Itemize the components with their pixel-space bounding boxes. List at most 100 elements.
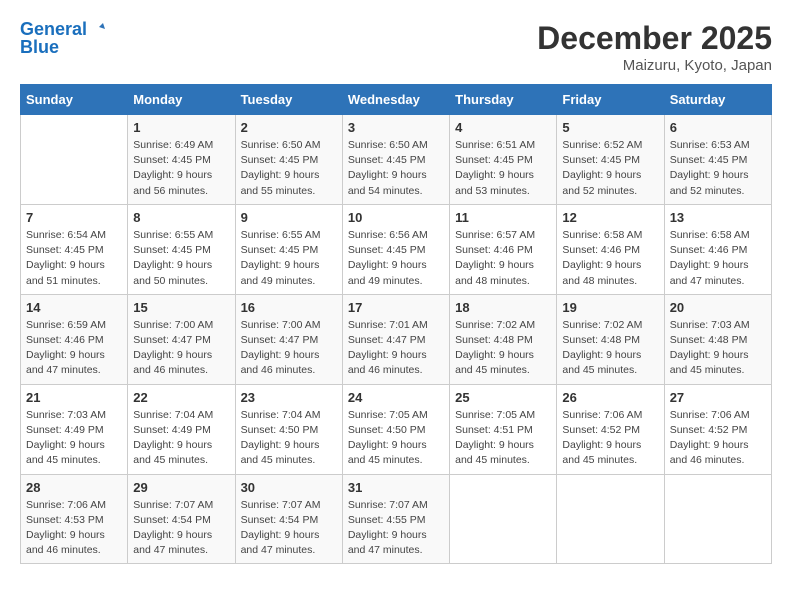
day-info: Sunrise: 7:03 AMSunset: 4:49 PMDaylight:… <box>26 408 122 469</box>
day-info: Sunrise: 6:56 AMSunset: 4:45 PMDaylight:… <box>348 228 444 289</box>
day-cell: 12 Sunrise: 6:58 AMSunset: 4:46 PMDayligh… <box>557 204 664 294</box>
day-number: 30 <box>241 480 337 495</box>
week-row-4: 21 Sunrise: 7:03 AMSunset: 4:49 PMDayligh… <box>21 384 772 474</box>
col-header-thursday: Thursday <box>450 85 557 115</box>
calendar-body: 1 Sunrise: 6:49 AMSunset: 4:45 PMDaylight… <box>21 115 772 564</box>
day-cell: 16 Sunrise: 7:00 AMSunset: 4:47 PMDayligh… <box>235 294 342 384</box>
day-info: Sunrise: 7:05 AMSunset: 4:51 PMDaylight:… <box>455 408 551 469</box>
day-cell <box>450 474 557 564</box>
col-header-saturday: Saturday <box>664 85 771 115</box>
col-header-monday: Monday <box>128 85 235 115</box>
day-number: 24 <box>348 390 444 405</box>
day-info: Sunrise: 7:05 AMSunset: 4:50 PMDaylight:… <box>348 408 444 469</box>
title-block: December 2025 Maizuru, Kyoto, Japan <box>537 20 772 74</box>
day-cell: 11 Sunrise: 6:57 AMSunset: 4:46 PMDayligh… <box>450 204 557 294</box>
day-info: Sunrise: 6:58 AMSunset: 4:46 PMDaylight:… <box>562 228 658 289</box>
day-info: Sunrise: 7:06 AMSunset: 4:52 PMDaylight:… <box>562 408 658 469</box>
day-number: 21 <box>26 390 122 405</box>
day-number: 19 <box>562 300 658 315</box>
day-number: 31 <box>348 480 444 495</box>
day-number: 25 <box>455 390 551 405</box>
day-number: 17 <box>348 300 444 315</box>
day-info: Sunrise: 7:04 AMSunset: 4:50 PMDaylight:… <box>241 408 337 469</box>
week-row-1: 1 Sunrise: 6:49 AMSunset: 4:45 PMDaylight… <box>21 115 772 205</box>
logo-bird-icon <box>89 19 107 37</box>
day-number: 3 <box>348 120 444 135</box>
day-cell: 27 Sunrise: 7:06 AMSunset: 4:52 PMDayligh… <box>664 384 771 474</box>
day-number: 1 <box>133 120 229 135</box>
day-number: 16 <box>241 300 337 315</box>
day-info: Sunrise: 6:57 AMSunset: 4:46 PMDaylight:… <box>455 228 551 289</box>
day-cell: 14 Sunrise: 6:59 AMSunset: 4:46 PMDayligh… <box>21 294 128 384</box>
day-number: 6 <box>670 120 766 135</box>
day-cell: 29Sunrise: 7:07 AMSunset: 4:54 PMDayligh… <box>128 474 235 564</box>
day-cell: 2Sunrise: 6:50 AMSunset: 4:45 PMDaylight… <box>235 115 342 205</box>
day-info: Sunrise: 7:03 AMSunset: 4:48 PMDaylight:… <box>670 318 766 379</box>
col-header-tuesday: Tuesday <box>235 85 342 115</box>
day-number: 9 <box>241 210 337 225</box>
day-cell: 31 Sunrise: 7:07 AMSunset: 4:55 PMDayligh… <box>342 474 449 564</box>
day-info: Sunrise: 6:58 AMSunset: 4:46 PMDaylight:… <box>670 228 766 289</box>
day-info: Sunrise: 7:06 AMSunset: 4:53 PMDaylight:… <box>26 498 122 559</box>
day-info: Sunrise: 6:52 AMSunset: 4:45 PMDaylight:… <box>562 138 658 199</box>
day-info: Sunrise: 6:49 AMSunset: 4:45 PMDaylight:… <box>133 138 229 199</box>
day-cell: 1 Sunrise: 6:49 AMSunset: 4:45 PMDaylight… <box>128 115 235 205</box>
day-number: 12 <box>562 210 658 225</box>
day-info: Sunrise: 7:06 AMSunset: 4:52 PMDaylight:… <box>670 408 766 469</box>
day-number: 26 <box>562 390 658 405</box>
day-cell <box>664 474 771 564</box>
col-header-friday: Friday <box>557 85 664 115</box>
day-cell: 30 Sunrise: 7:07 AMSunset: 4:54 PMDayligh… <box>235 474 342 564</box>
logo-text-blue: Blue <box>20 38 107 58</box>
day-number: 5 <box>562 120 658 135</box>
day-number: 15 <box>133 300 229 315</box>
day-info: Sunrise: 7:04 AMSunset: 4:49 PMDaylight:… <box>133 408 229 469</box>
day-info: Sunrise: 6:55 AMSunset: 4:45 PMDaylight:… <box>241 228 337 289</box>
day-cell: 13 Sunrise: 6:58 AMSunset: 4:46 PMDayligh… <box>664 204 771 294</box>
day-number: 14 <box>26 300 122 315</box>
page-header: General Blue December 2025 Maizuru, Kyot… <box>20 20 772 74</box>
day-cell: 8 Sunrise: 6:55 AMSunset: 4:45 PMDaylight… <box>128 204 235 294</box>
day-cell: 10Sunrise: 6:56 AMSunset: 4:45 PMDayligh… <box>342 204 449 294</box>
day-cell: 21 Sunrise: 7:03 AMSunset: 4:49 PMDayligh… <box>21 384 128 474</box>
day-info: Sunrise: 7:01 AMSunset: 4:47 PMDaylight:… <box>348 318 444 379</box>
day-info: Sunrise: 7:02 AMSunset: 4:48 PMDaylight:… <box>455 318 551 379</box>
day-cell: 25 Sunrise: 7:05 AMSunset: 4:51 PMDayligh… <box>450 384 557 474</box>
day-cell: 4Sunrise: 6:51 AMSunset: 4:45 PMDaylight… <box>450 115 557 205</box>
day-cell: 26 Sunrise: 7:06 AMSunset: 4:52 PMDayligh… <box>557 384 664 474</box>
day-number: 13 <box>670 210 766 225</box>
day-info: Sunrise: 6:53 AMSunset: 4:45 PMDaylight:… <box>670 138 766 199</box>
day-cell: 28 Sunrise: 7:06 AMSunset: 4:53 PMDayligh… <box>21 474 128 564</box>
month-title: December 2025 <box>537 20 772 57</box>
day-number: 20 <box>670 300 766 315</box>
col-header-sunday: Sunday <box>21 85 128 115</box>
day-info: Sunrise: 7:00 AMSunset: 4:47 PMDaylight:… <box>133 318 229 379</box>
day-number: 22 <box>133 390 229 405</box>
day-info: Sunrise: 7:07 AMSunset: 4:54 PMDaylight:… <box>241 498 337 559</box>
day-info: Sunrise: 7:07 AMSunset: 4:55 PMDaylight:… <box>348 498 444 559</box>
day-number: 27 <box>670 390 766 405</box>
day-cell: 24 Sunrise: 7:05 AMSunset: 4:50 PMDayligh… <box>342 384 449 474</box>
day-info: Sunrise: 6:59 AMSunset: 4:46 PMDaylight:… <box>26 318 122 379</box>
day-cell: 5 Sunrise: 6:52 AMSunset: 4:45 PMDaylight… <box>557 115 664 205</box>
day-cell: 7Sunrise: 6:54 AMSunset: 4:45 PMDaylight… <box>21 204 128 294</box>
day-number: 23 <box>241 390 337 405</box>
day-info: Sunrise: 6:55 AMSunset: 4:45 PMDaylight:… <box>133 228 229 289</box>
day-number: 28 <box>26 480 122 495</box>
day-info: Sunrise: 6:54 AMSunset: 4:45 PMDaylight:… <box>26 228 122 289</box>
day-info: Sunrise: 7:02 AMSunset: 4:48 PMDaylight:… <box>562 318 658 379</box>
day-info: Sunrise: 6:50 AMSunset: 4:45 PMDaylight:… <box>348 138 444 199</box>
day-number: 2 <box>241 120 337 135</box>
day-number: 11 <box>455 210 551 225</box>
day-info: Sunrise: 7:00 AMSunset: 4:47 PMDaylight:… <box>241 318 337 379</box>
week-row-5: 28 Sunrise: 7:06 AMSunset: 4:53 PMDayligh… <box>21 474 772 564</box>
day-number: 29 <box>133 480 229 495</box>
day-cell: 17 Sunrise: 7:01 AMSunset: 4:47 PMDayligh… <box>342 294 449 384</box>
calendar-header-row: SundayMondayTuesdayWednesdayThursdayFrid… <box>21 85 772 115</box>
week-row-2: 7Sunrise: 6:54 AMSunset: 4:45 PMDaylight… <box>21 204 772 294</box>
day-cell: 15 Sunrise: 7:00 AMSunset: 4:47 PMDayligh… <box>128 294 235 384</box>
day-cell: 3 Sunrise: 6:50 AMSunset: 4:45 PMDaylight… <box>342 115 449 205</box>
calendar-table: SundayMondayTuesdayWednesdayThursdayFrid… <box>20 84 772 564</box>
day-number: 8 <box>133 210 229 225</box>
day-cell: 9 Sunrise: 6:55 AMSunset: 4:45 PMDaylight… <box>235 204 342 294</box>
